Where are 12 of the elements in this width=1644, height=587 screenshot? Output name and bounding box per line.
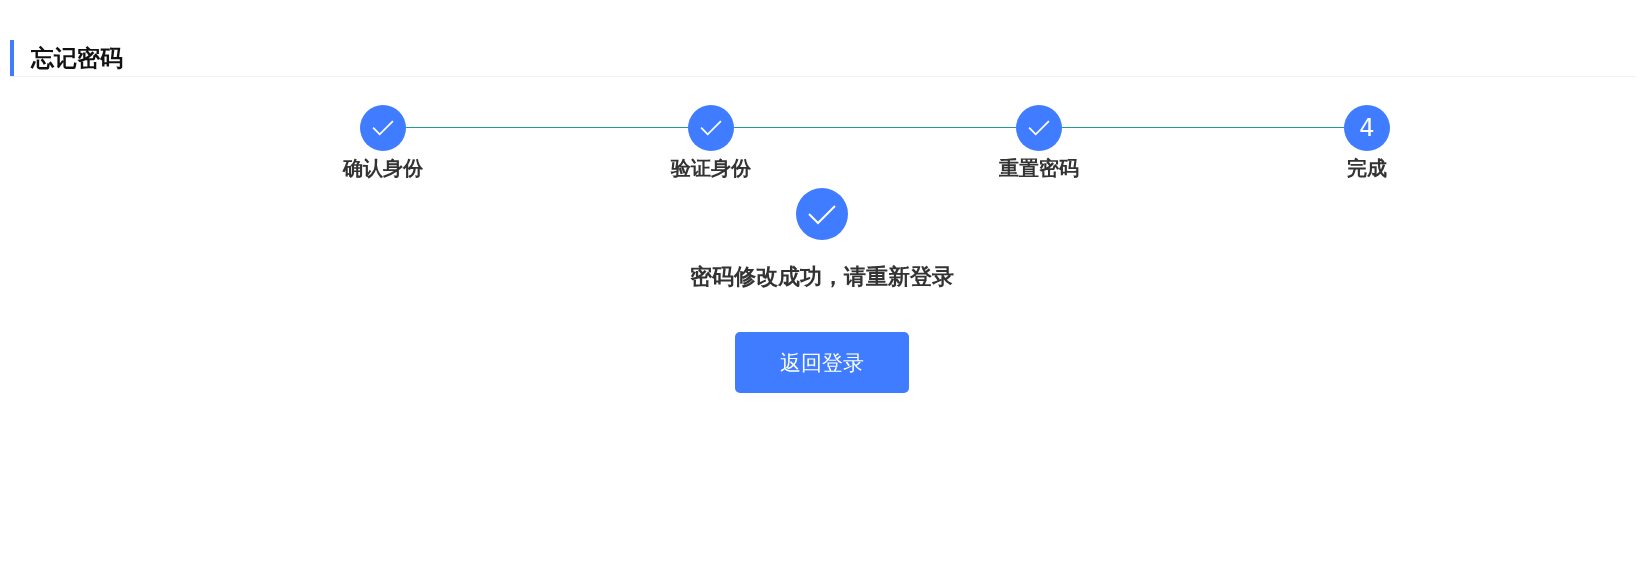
step-label: 完成 bbox=[1347, 155, 1387, 182]
success-message: 密码修改成功，请重新登录 bbox=[690, 263, 954, 291]
check-icon bbox=[700, 120, 722, 136]
check-icon bbox=[372, 120, 394, 136]
check-icon bbox=[1028, 120, 1050, 136]
page-title: 忘记密码 bbox=[10, 40, 123, 76]
step-label: 确认身份 bbox=[343, 155, 423, 182]
step-label: 验证身份 bbox=[671, 155, 751, 182]
back-to-login-button[interactable]: 返回登录 bbox=[735, 332, 909, 393]
success-check-icon bbox=[796, 188, 848, 240]
step-number: 4 bbox=[1344, 105, 1390, 151]
step-label: 重置密码 bbox=[999, 155, 1079, 182]
